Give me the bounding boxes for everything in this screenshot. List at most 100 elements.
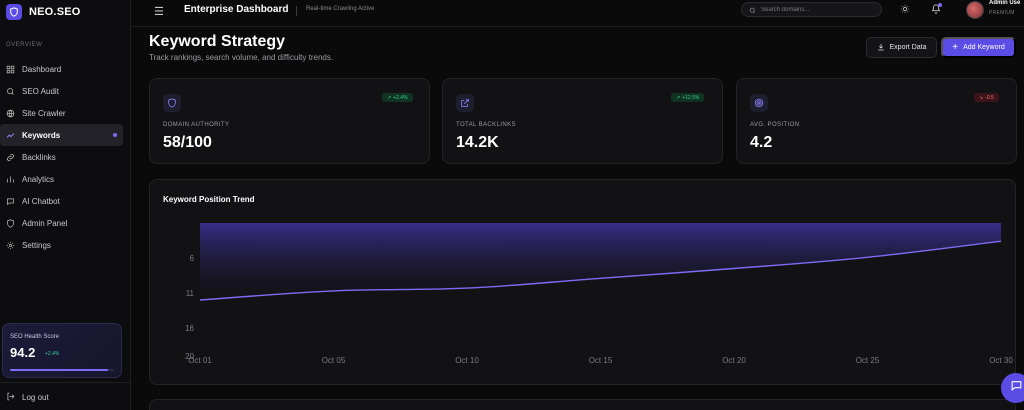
shield-logo-icon [6,4,22,20]
stat-card-domain-authority: ↗ +2.4% DOMAIN AUTHORITY 58/100 [149,78,430,164]
sidebar-item-admin-panel[interactable]: Admin Panel [0,212,123,234]
x-tick-label: Oct 01 [188,356,212,365]
sidebar-item-label: Admin Panel [22,218,68,228]
logout-label: Log out [22,393,49,402]
sidebar-item-label: Settings [22,240,51,250]
gear-icon [6,241,15,250]
x-tick-label: Oct 15 [589,356,613,365]
header-title: Enterprise Dashboard [184,4,289,15]
secondary-card [149,399,1016,410]
sidebar-item-ai-chatbot[interactable]: AI Chatbot [0,190,123,212]
stat-label: DOMAIN AUTHORITY [163,122,230,128]
page-subtitle: Track rankings, search volume, and diffi… [149,53,334,62]
seo-health-card: SEO Health Score 94.2 +2.4% [2,323,122,378]
page-title: Keyword Strategy [149,33,286,50]
logout-icon [6,392,15,403]
position-trend-chart: 6111620Oct 01 Oct 05 Oct 10 Oct 15 Oct 20 Oct… [185,223,1013,365]
export-data-button[interactable]: Export Data [866,37,937,58]
stat-value: 4.2 [750,134,773,151]
search-icon [749,1,756,19]
sidebar-item-label: AI Chatbot [22,196,60,206]
search-input[interactable] [761,6,871,13]
logout-button[interactable]: Log out [6,392,49,403]
x-tick-label: Oct 20 [722,356,746,365]
sidebar-item-keywords[interactable]: Keywords [0,124,123,146]
user-name: Admin Use [989,0,1021,6]
target-icon [750,94,768,112]
bell-icon[interactable] [930,3,942,15]
stat-label: TOTAL BACKLINKS [456,122,516,128]
trend-down-icon: ↘ [979,94,984,101]
trend-delta: +12.5% [682,94,700,101]
health-delta: +2.4% [45,351,60,357]
globe-icon [6,109,15,118]
sidebar-item-label: Keywords [22,130,61,140]
app-root: NEO.SEO OVERVIEW Dashboard SEO Audit Sit… [0,0,1024,410]
plus-icon: + [952,42,959,53]
x-tick-label: Oct 05 [322,356,346,365]
menu-icon[interactable]: ☰ [154,5,164,18]
sidebar-item-dashboard[interactable]: Dashboard [0,58,123,80]
notification-dot [938,3,942,7]
search-box[interactable] [741,2,882,17]
user-tier: PREMIUM [989,10,1015,16]
trend-up-icon: ↗ [387,94,392,101]
sun-icon[interactable] [899,3,911,15]
stat-card-avg-position: ↘ -0.5 AVG. POSITION 4.2 [736,78,1017,164]
stat-label: AVG. POSITION [750,122,800,128]
search-icon [6,87,15,96]
health-progress-bar [10,369,114,371]
brand-name: NEO.SEO [29,6,81,18]
trend-delta: -0.5 [985,94,994,101]
trend-delta: +2.4% [393,94,408,101]
chat-icon [1010,379,1023,397]
header-divider [296,6,297,16]
brand[interactable]: NEO.SEO [6,4,81,20]
sidebar-item-seo-audit[interactable]: SEO Audit [0,80,123,102]
keyword-position-trend-card: Keyword Position Trend 6 11 16 20 Oct 01 Oct … [149,179,1016,385]
trend-badge: ↗ +12.5% [671,93,705,102]
trend-badge: ↘ -0.5 [974,93,999,102]
active-indicator-dot [113,133,117,137]
chat-fab-button[interactable] [1001,373,1024,403]
sidebar: NEO.SEO OVERVIEW Dashboard SEO Audit Sit… [0,0,131,410]
sidebar-item-label: SEO Audit [22,86,59,96]
y-tick-label: 6 [190,254,195,263]
shield-icon [163,94,181,112]
sidebar-item-label: Site Crawler [22,108,66,118]
avatar[interactable] [966,1,984,19]
y-tick-label: 11 [186,289,195,298]
add-keyword-button[interactable]: + Add Keyword [941,37,1016,58]
trending-icon [6,131,15,140]
link-icon [6,153,15,162]
export-label: Export Data [889,44,927,51]
stat-value: 14.2K [456,134,499,151]
sidebar-item-analytics[interactable]: Analytics [0,168,123,190]
chat-icon [6,197,15,206]
shield-icon [6,218,15,228]
health-score: 94.2 [10,345,36,360]
grid-icon [6,65,15,74]
health-progress-fill [10,369,108,371]
sidebar-item-label: Dashboard [22,64,62,74]
sidebar-item-settings[interactable]: Settings [0,234,123,256]
x-tick-label: Oct 30 [989,356,1013,365]
sidebar-item-label: Backlinks [22,152,56,162]
y-tick-label: 16 [185,324,194,333]
download-icon [877,43,885,53]
crawl-status: Real-time Crawling Active [306,6,375,12]
series-area [200,223,1001,300]
sidebar-item-backlinks[interactable]: Backlinks [0,146,123,168]
stat-card-total-backlinks: ↗ +12.5% TOTAL BACKLINKS 14.2K [442,78,723,164]
health-title: SEO Health Score [10,334,60,340]
divider [0,382,131,383]
x-tick-label: Oct 10 [455,356,479,365]
add-label: Add Keyword [963,44,1005,51]
bar-chart-icon [6,175,15,184]
top-header: ☰ Enterprise Dashboard Real-time Crawlin… [131,0,1024,27]
trend-up-icon: ↗ [676,94,681,101]
sidebar-item-site-crawler[interactable]: Site Crawler [0,102,123,124]
stat-value: 58/100 [163,134,212,151]
sidebar-item-label: Analytics [22,174,55,184]
section-label: OVERVIEW [6,42,43,48]
